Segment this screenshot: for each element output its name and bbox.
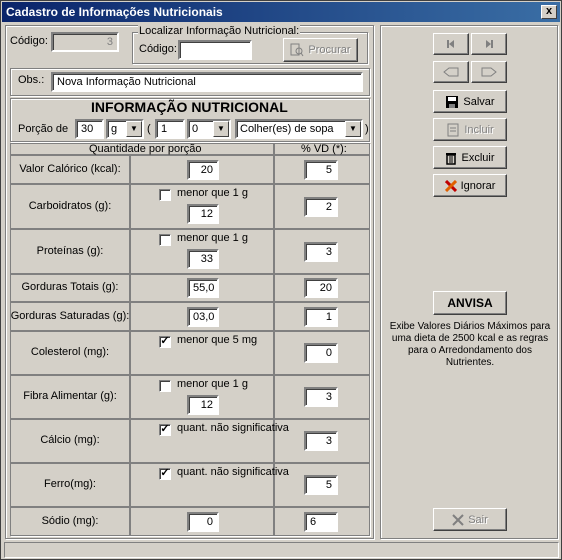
- next-hand-button[interactable]: [471, 61, 507, 83]
- row-checkbox[interactable]: [159, 380, 171, 392]
- incluir-label: Incluir: [464, 123, 494, 136]
- row-label: Valor Calórico (kcal):: [19, 162, 121, 175]
- next-record-button[interactable]: [471, 33, 507, 55]
- row-label: Carboidratos (g):: [28, 199, 112, 212]
- row-vd-field[interactable]: 20: [304, 278, 338, 298]
- ignorar-label: Ignorar: [460, 179, 496, 192]
- salvar-button[interactable]: Salvar: [433, 90, 507, 113]
- first-record-button[interactable]: [433, 33, 469, 55]
- row-checkbox-label: quant. não significativa: [177, 422, 289, 434]
- salvar-label: Salvar: [463, 95, 495, 108]
- row-checkbox[interactable]: ✓: [159, 424, 171, 436]
- row-checkbox-label: menor que 5 mg: [177, 334, 258, 346]
- row-label: Proteínas (g):: [36, 244, 104, 257]
- hand-right-icon: [481, 67, 497, 77]
- row-value-field[interactable]: 03,0: [187, 307, 219, 327]
- row-checkbox-label: quant. não significativa: [177, 466, 289, 478]
- prev-hand-button[interactable]: [433, 61, 469, 83]
- row-checkbox[interactable]: [159, 189, 171, 201]
- row-label: Cálcio (mg):: [40, 434, 100, 446]
- row-vd-field[interactable]: 5: [304, 160, 338, 180]
- anvisa-description: Exibe Valores Diários Máximos para uma d…: [389, 321, 551, 368]
- new-document-icon: [447, 123, 459, 136]
- localizar-codigo-label: Código:: [139, 43, 177, 55]
- row-vd-field[interactable]: 0: [304, 343, 338, 363]
- procurar-label: Procurar: [308, 44, 351, 56]
- row-vd-field[interactable]: 6: [304, 512, 338, 532]
- ignorar-button[interactable]: Ignorar: [433, 174, 507, 197]
- excluir-button[interactable]: Excluir: [433, 146, 507, 169]
- row-vd-field[interactable]: 3: [304, 387, 338, 407]
- floppy-disk-icon: [446, 95, 459, 108]
- row-label: Gorduras Totais (g):: [21, 281, 119, 293]
- chevron-down-icon: ▼: [345, 121, 361, 137]
- search-doc-icon: [290, 43, 304, 57]
- next-record-icon: [486, 40, 493, 48]
- row-label: Colesterol (mg):: [30, 346, 110, 358]
- unit-value: g: [111, 123, 118, 135]
- row-vd-field[interactable]: 5: [304, 475, 338, 495]
- row-checkbox[interactable]: ✓: [159, 468, 171, 480]
- porcao-field[interactable]: 30: [75, 119, 104, 139]
- medida-value: Colher(es) de sopa: [240, 123, 334, 135]
- row-checkbox[interactable]: [159, 234, 171, 246]
- sair-button[interactable]: Sair: [433, 508, 507, 531]
- row-vd-field[interactable]: 3: [304, 431, 338, 451]
- row-value-field[interactable]: 0: [187, 512, 219, 532]
- anvisa-button[interactable]: ANVISA: [433, 291, 507, 315]
- codigo-label: Código:: [10, 35, 48, 47]
- paren-close: ): [365, 123, 369, 135]
- chevron-down-icon: ▼: [126, 121, 142, 137]
- hand-left-icon: [443, 67, 459, 77]
- row-value-field[interactable]: 33: [187, 249, 219, 269]
- qty-frac-select[interactable]: 0 ▼: [187, 119, 231, 139]
- row-value-field[interactable]: 12: [187, 204, 219, 224]
- row-checkbox-label: menor que 1 g: [177, 232, 248, 244]
- porcao-label: Porção de: [18, 123, 69, 135]
- row-label: Ferro(mg):: [44, 478, 96, 490]
- medida-select[interactable]: Colher(es) de sopa ▼: [235, 119, 363, 139]
- row-checkbox-label: menor que 1 g: [177, 378, 248, 390]
- title-bar[interactable]: Cadastro de Informações Nutricionais x: [2, 2, 560, 22]
- sair-label: Sair: [468, 513, 488, 526]
- row-vd-field[interactable]: 3: [304, 242, 338, 262]
- main-window: Cadastro de Informações Nutricionais x C…: [0, 0, 562, 560]
- row-checkbox[interactable]: ✓: [159, 336, 171, 348]
- row-vd-field[interactable]: 1: [304, 307, 338, 327]
- localizar-group-label: Localizar Informação Nutricional:: [138, 25, 301, 37]
- row-vd-field[interactable]: 2: [304, 197, 338, 217]
- row-checkbox-label: menor que 1 g: [177, 187, 248, 199]
- row-label: Sódio (mg):: [41, 514, 99, 527]
- status-bar: [4, 542, 559, 558]
- window-title: Cadastro de Informações Nutricionais: [6, 5, 223, 19]
- paren-open: (: [147, 123, 151, 135]
- trash-icon: [446, 152, 457, 165]
- anvisa-label: ANVISA: [447, 296, 493, 310]
- obs-label: Obs.:: [18, 74, 45, 86]
- close-button[interactable]: x: [541, 5, 557, 19]
- row-value-field[interactable]: 20: [187, 160, 219, 180]
- first-record-icon: [447, 40, 454, 48]
- info-heading: INFORMAÇÃO NUTRICIONAL: [91, 99, 288, 115]
- row-value-field[interactable]: 55,0: [187, 278, 219, 298]
- row-label: Gorduras Saturadas (g):: [10, 309, 130, 322]
- unit-select[interactable]: g ▼: [106, 119, 144, 139]
- obs-field[interactable]: Nova Informação Nutricional: [51, 72, 363, 92]
- row-value-field[interactable]: 12: [187, 395, 219, 415]
- codigo-field[interactable]: 3: [51, 32, 119, 52]
- col-vd-header-label: % VD (*):: [301, 143, 347, 155]
- row-label: Fibra Alimentar (g):: [23, 390, 117, 402]
- incluir-button[interactable]: Incluir: [433, 118, 507, 141]
- col-qty-header-label: Quantidade por porção: [89, 143, 202, 155]
- cancel-x-icon: [444, 179, 457, 192]
- excluir-label: Excluir: [461, 151, 495, 164]
- qty-int-field[interactable]: 1: [155, 119, 185, 139]
- localizar-codigo-field[interactable]: [178, 40, 252, 60]
- chevron-down-icon: ▼: [213, 121, 229, 137]
- exit-x-icon: [452, 513, 464, 526]
- procurar-button[interactable]: Procurar: [283, 38, 358, 62]
- qty-frac-value: 0: [192, 123, 199, 135]
